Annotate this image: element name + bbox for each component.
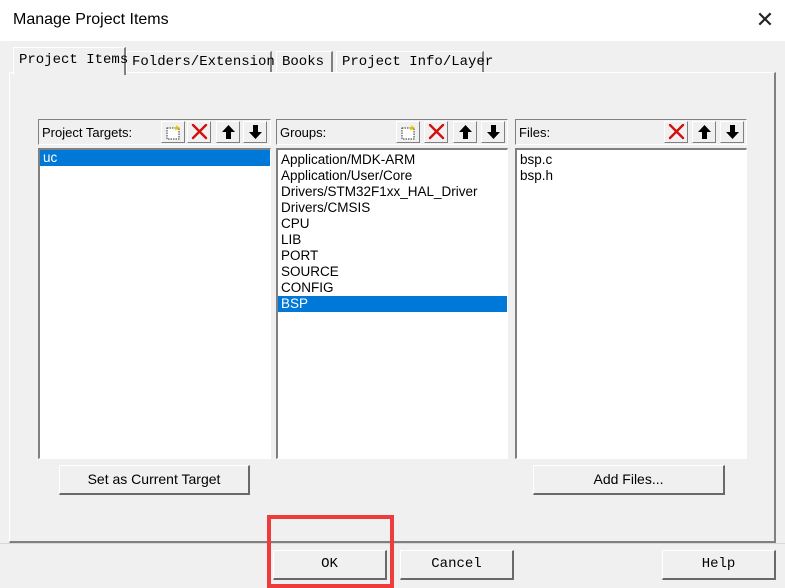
move-group-down-button[interactable] — [481, 121, 505, 143]
close-icon[interactable]: ✕ — [752, 8, 778, 34]
move-group-up-button[interactable] — [453, 121, 477, 143]
move-up-icon — [459, 125, 472, 139]
list-item[interactable]: bsp.c — [517, 152, 746, 168]
list-item[interactable]: Drivers/CMSIS — [278, 200, 507, 216]
new-item-icon — [401, 125, 415, 140]
list-item[interactable]: CONFIG — [278, 280, 507, 296]
move-up-icon — [698, 125, 711, 139]
window-title: Manage Project Items — [13, 11, 169, 28]
list-item[interactable]: LIB — [278, 232, 507, 248]
tab-label: Project Info/Layer — [342, 54, 494, 70]
files-header: Files: — [515, 119, 747, 145]
move-down-icon — [249, 125, 262, 139]
tab-label: Folders/Extensions — [132, 54, 284, 70]
title-bar: Manage Project Items ✕ — [0, 0, 785, 41]
delete-icon — [428, 124, 445, 140]
footer-separator — [0, 543, 785, 544]
list-item[interactable]: Application/User/Core — [278, 168, 507, 184]
tab-books[interactable]: Books — [276, 51, 333, 72]
files-label: Files: — [519, 125, 551, 140]
list-item[interactable]: Application/MDK-ARM — [278, 152, 507, 168]
delete-icon — [668, 124, 685, 140]
delete-group-button[interactable] — [424, 121, 448, 143]
tab-label: Project Items — [19, 52, 129, 68]
add-files-button[interactable]: Add Files... — [533, 465, 725, 495]
delete-icon — [191, 124, 208, 140]
delete-target-button[interactable] — [187, 121, 211, 143]
move-up-icon — [222, 125, 235, 139]
tab-label: Books — [282, 54, 325, 70]
new-item-icon — [166, 125, 180, 140]
tab-project-items[interactable]: Project Items — [13, 47, 129, 75]
set-current-target-button[interactable]: Set as Current Target — [59, 465, 250, 495]
groups-header: Groups: — [276, 119, 508, 145]
files-list[interactable]: bsp.c bsp.h — [515, 148, 747, 459]
list-item[interactable]: uc — [40, 150, 270, 166]
cancel-button[interactable]: Cancel — [400, 550, 514, 580]
targets-header: Project Targets: — [38, 119, 271, 145]
groups-label: Groups: — [280, 125, 327, 140]
help-button[interactable]: Help — [662, 550, 776, 580]
targets-list[interactable]: uc — [38, 148, 271, 459]
tab-project-info-layer[interactable]: Project Info/Layer — [336, 51, 493, 72]
ok-button[interactable]: OK — [273, 550, 387, 580]
list-item[interactable]: CPU — [278, 216, 507, 232]
list-item[interactable]: Drivers/STM32F1xx_HAL_Driver — [278, 184, 507, 200]
delete-file-button[interactable] — [664, 121, 688, 143]
move-down-icon — [487, 125, 500, 139]
move-file-up-button[interactable] — [692, 121, 716, 143]
move-down-icon — [726, 125, 739, 139]
list-item[interactable]: SOURCE — [278, 264, 507, 280]
new-group-button[interactable] — [396, 121, 420, 143]
groups-list[interactable]: Application/MDK-ARM Application/User/Cor… — [276, 148, 508, 459]
list-item[interactable]: BSP — [278, 296, 507, 312]
new-target-button[interactable] — [161, 121, 185, 143]
move-file-down-button[interactable] — [720, 121, 744, 143]
move-target-up-button[interactable] — [216, 121, 240, 143]
list-item[interactable]: PORT — [278, 248, 507, 264]
move-target-down-button[interactable] — [243, 121, 267, 143]
targets-label: Project Targets: — [42, 125, 133, 140]
tab-folders-extensions[interactable]: Folders/Extensions — [126, 51, 283, 72]
list-item[interactable]: bsp.h — [517, 168, 746, 184]
